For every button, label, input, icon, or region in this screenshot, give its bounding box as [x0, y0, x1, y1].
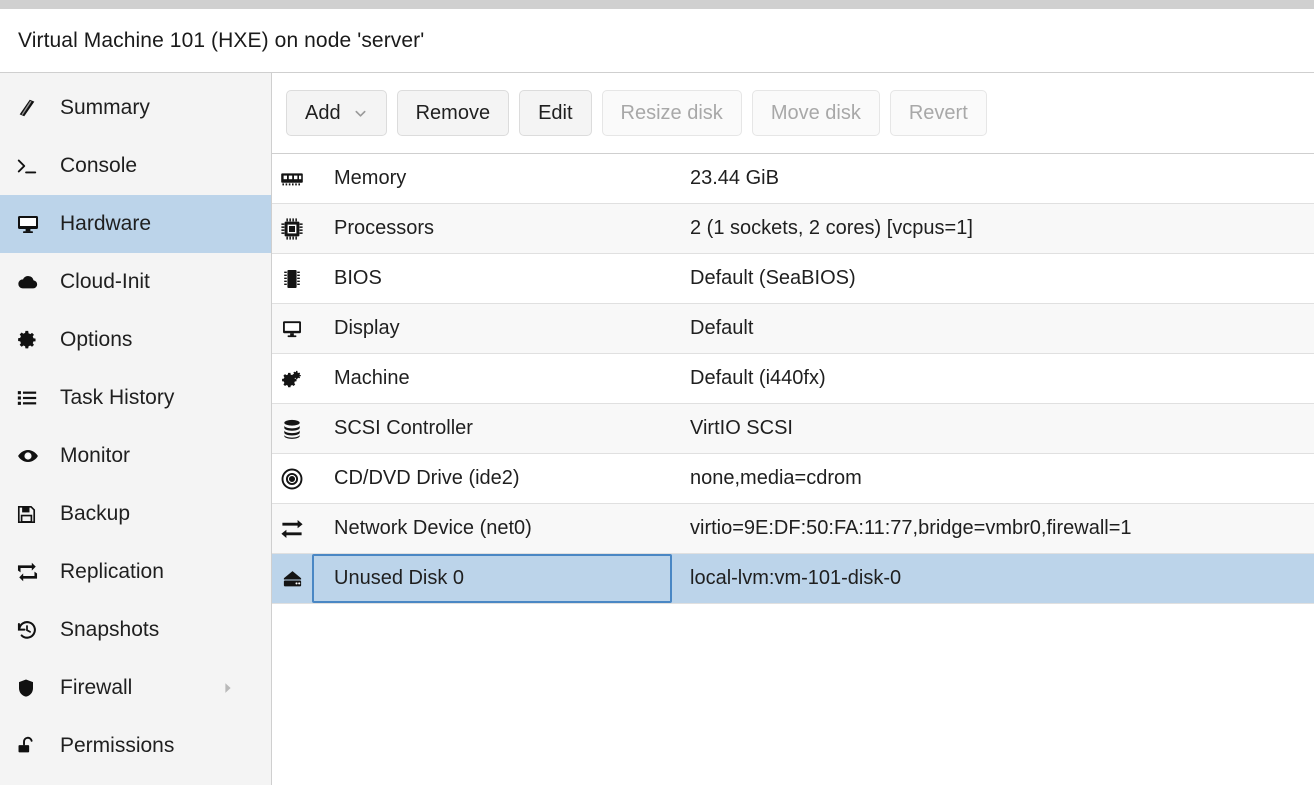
button-label: Remove: [416, 102, 490, 125]
table-row[interactable]: Unused Disk 0local-lvm:vm-101-disk-0: [272, 554, 1314, 604]
hardware-item-name[interactable]: Processors: [312, 204, 672, 253]
table-row[interactable]: BIOSDefault (SeaBIOS): [272, 254, 1314, 304]
history-icon: [16, 619, 50, 641]
window-title-bar: Virtual Machine 101 (HXE) on node 'serve…: [0, 9, 1314, 73]
sidebar-item-cloud-init[interactable]: Cloud-Init: [0, 253, 271, 311]
unlock-icon: [16, 735, 50, 757]
terminal-icon: [16, 155, 50, 177]
list-icon: [16, 387, 50, 409]
sidebar-navigation: Summary Console Hardware Cloud-Init Options T…: [0, 73, 272, 785]
sidebar-item-permissions[interactable]: Permissions: [0, 717, 271, 775]
resize-disk-button: Resize disk: [602, 90, 742, 136]
hardware-item-value[interactable]: Default (i440fx): [672, 354, 1314, 403]
window-top-strip: [0, 0, 1314, 9]
hardware-item-value[interactable]: virtio=9E:DF:50:FA:11:77,bridge=vmbr0,fi…: [672, 504, 1314, 553]
shield-icon: [16, 677, 50, 699]
hardware-toolbar: Add Remove Edit Resize disk Move disk Revert: [272, 73, 1314, 154]
hardware-item-name[interactable]: BIOS: [312, 254, 672, 303]
button-label: Edit: [538, 102, 572, 125]
page-title: Virtual Machine 101 (HXE) on node 'serve…: [18, 29, 424, 53]
sidebar-item-label: Monitor: [50, 444, 130, 468]
sidebar-item-label: Cloud-Init: [50, 270, 150, 294]
hardware-item-value[interactable]: 2 (1 sockets, 2 cores) [vcpus=1]: [672, 204, 1314, 253]
move-disk-button: Move disk: [752, 90, 880, 136]
hardware-item-value[interactable]: VirtIO SCSI: [672, 404, 1314, 453]
table-row[interactable]: Processors2 (1 sockets, 2 cores) [vcpus=…: [272, 204, 1314, 254]
table-row[interactable]: SCSI ControllerVirtIO SCSI: [272, 404, 1314, 454]
sidebar-item-label: Summary: [50, 96, 150, 120]
network-arrows-icon: [272, 504, 312, 553]
sidebar-item-label: Task History: [50, 386, 174, 410]
cloud-icon: [16, 271, 50, 293]
sidebar-item-label: Replication: [50, 560, 164, 584]
hardware-item-value[interactable]: Default: [672, 304, 1314, 353]
add-button[interactable]: Add: [286, 90, 387, 136]
sidebar-item-firewall[interactable]: Firewall: [0, 659, 271, 717]
gears-icon: [272, 354, 312, 403]
sidebar-item-replication[interactable]: Replication: [0, 543, 271, 601]
hardware-item-value[interactable]: local-lvm:vm-101-disk-0: [672, 554, 1314, 603]
sidebar-item-backup[interactable]: Backup: [0, 485, 271, 543]
database-icon: [272, 404, 312, 453]
chevron-right-icon: [221, 681, 235, 695]
sidebar-item-label: Console: [50, 154, 137, 178]
hardware-table: Memory23.44 GiBProcessors2 (1 sockets, 2…: [272, 154, 1314, 785]
floppy-disk-icon: [16, 504, 50, 525]
button-label: Resize disk: [621, 102, 723, 125]
table-row[interactable]: DisplayDefault: [272, 304, 1314, 354]
button-label: Add: [305, 102, 341, 125]
table-row[interactable]: MachineDefault (i440fx): [272, 354, 1314, 404]
hardware-item-name[interactable]: Memory: [312, 154, 672, 203]
hardware-item-name[interactable]: Machine: [312, 354, 672, 403]
button-label: Revert: [909, 102, 968, 125]
content-area: Summary Console Hardware Cloud-Init Options T…: [0, 73, 1314, 785]
hardware-item-value[interactable]: none,media=cdrom: [672, 454, 1314, 503]
hard-drive-icon: [272, 554, 312, 603]
disc-icon: [272, 454, 312, 503]
sidebar-item-monitor[interactable]: Monitor: [0, 427, 271, 485]
memory-stick-icon: [272, 154, 312, 203]
button-label: Move disk: [771, 102, 861, 125]
table-row[interactable]: Network Device (net0)virtio=9E:DF:50:FA:…: [272, 504, 1314, 554]
table-row[interactable]: Memory23.44 GiB: [272, 154, 1314, 204]
chevron-down-icon: [353, 106, 368, 121]
main-panel: AddRemoveEditResize diskMove diskRevert …: [272, 73, 1314, 785]
sidebar-item-snapshots[interactable]: Snapshots: [0, 601, 271, 659]
sidebar-item-label: Hardware: [50, 212, 151, 236]
sidebar-item-label: Snapshots: [50, 618, 159, 642]
sidebar-item-task-history[interactable]: Task History: [0, 369, 271, 427]
hardware-item-name[interactable]: CD/DVD Drive (ide2): [312, 454, 672, 503]
hardware-item-value[interactable]: 23.44 GiB: [672, 154, 1314, 203]
hardware-item-name[interactable]: Display: [312, 304, 672, 353]
display-icon: [272, 304, 312, 353]
table-row[interactable]: CD/DVD Drive (ide2)none,media=cdrom: [272, 454, 1314, 504]
sidebar-item-summary[interactable]: Summary: [0, 79, 271, 137]
sidebar-item-label: Backup: [50, 502, 130, 526]
hardware-item-name[interactable]: Network Device (net0): [312, 504, 672, 553]
sidebar-item-options[interactable]: Options: [0, 311, 271, 369]
hardware-item-name[interactable]: SCSI Controller: [312, 404, 672, 453]
sidebar-item-label: Firewall: [50, 676, 132, 700]
sync-arrows-icon: [16, 561, 50, 583]
eye-icon: [16, 445, 50, 467]
sidebar-item-label: Options: [50, 328, 132, 352]
monitor-icon: [16, 212, 50, 236]
sidebar-item-label: Permissions: [50, 734, 174, 758]
cpu-chip-icon: [272, 204, 312, 253]
sidebar-item-console[interactable]: Console: [0, 137, 271, 195]
hardware-item-name[interactable]: Unused Disk 0: [312, 554, 672, 603]
remove-button[interactable]: Remove: [397, 90, 509, 136]
edit-button[interactable]: Edit: [519, 90, 591, 136]
sidebar-item-hardware[interactable]: Hardware: [0, 195, 271, 253]
book-icon: [16, 97, 50, 119]
revert-button: Revert: [890, 90, 987, 136]
hardware-item-value[interactable]: Default (SeaBIOS): [672, 254, 1314, 303]
bios-chip-icon: [272, 254, 312, 303]
gear-icon: [16, 329, 50, 351]
